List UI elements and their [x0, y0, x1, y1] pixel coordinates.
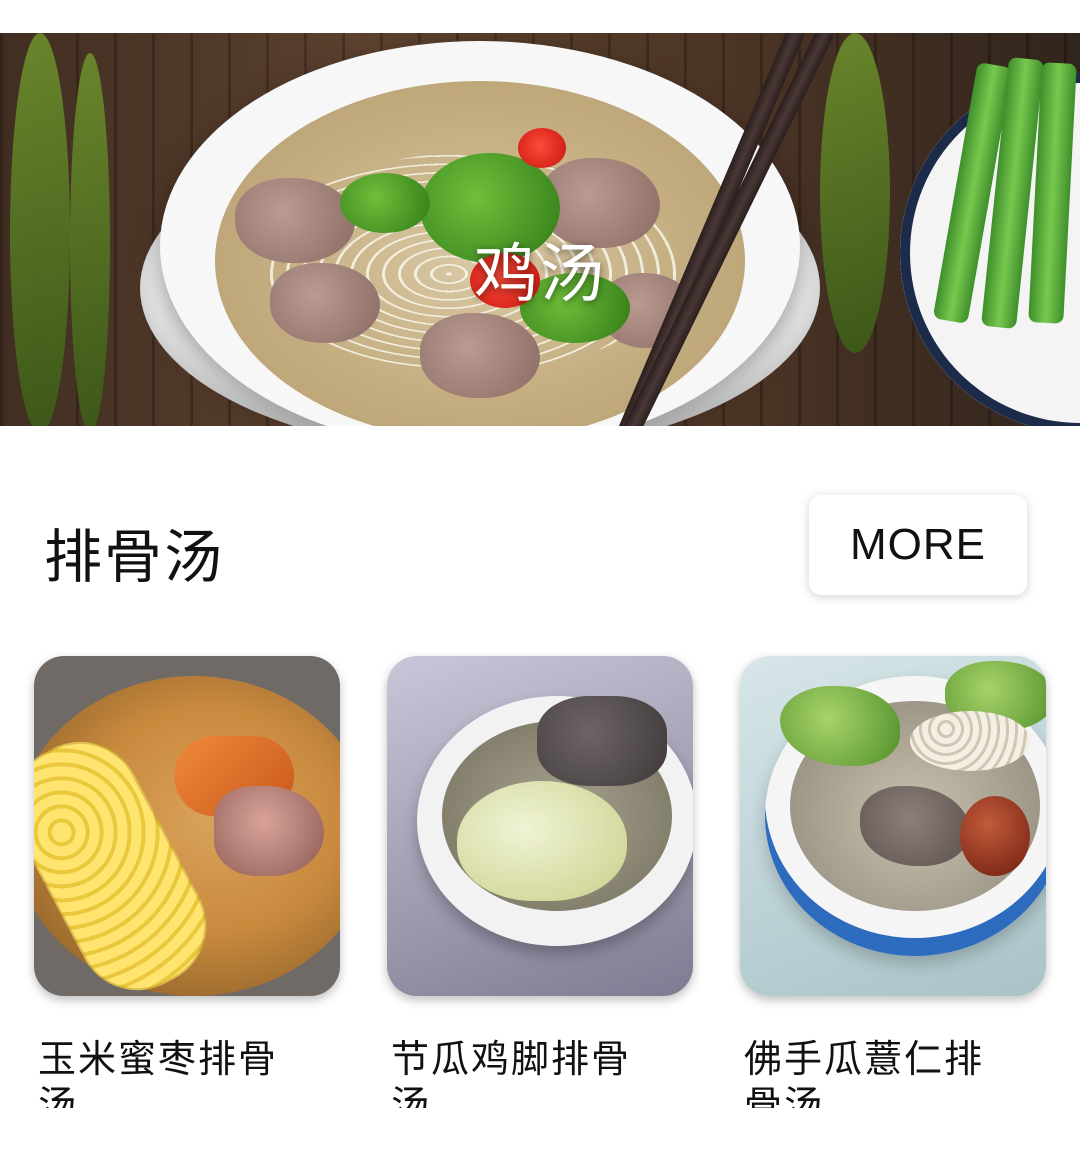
recipe-title[interactable]: 节瓜鸡脚排骨汤	[391, 1036, 651, 1108]
recipe-card[interactable]: 玉米蜜枣排骨汤	[34, 656, 340, 1108]
meat-slice	[420, 313, 540, 398]
gourd	[457, 781, 627, 901]
app-page: 鸡汤 排骨汤 MORE 玉米蜜枣排骨汤 节瓜鸡脚排骨汤 佛手瓜薏仁排骨汤	[0, 0, 1080, 1150]
section-title: 排骨汤	[44, 523, 225, 591]
hero-title: 鸡汤	[474, 238, 606, 312]
chicken-feet	[537, 696, 667, 786]
barley	[910, 711, 1030, 771]
recipe-card[interactable]: 佛手瓜薏仁排骨汤	[740, 656, 1046, 1108]
rib	[214, 786, 324, 876]
recipe-thumbnail[interactable]	[34, 656, 340, 996]
recipe-card[interactable]: 节瓜鸡脚排骨汤	[387, 656, 693, 1108]
recipe-thumbnail[interactable]	[740, 656, 1046, 996]
more-button[interactable]: MORE	[809, 495, 1027, 595]
recipe-title[interactable]: 佛手瓜薏仁排骨汤	[744, 1036, 1004, 1108]
jujube	[960, 796, 1030, 876]
chili-slice	[518, 128, 566, 168]
hero-banner[interactable]: 鸡汤	[0, 33, 1080, 426]
recipe-title[interactable]: 玉米蜜枣排骨汤	[38, 1036, 298, 1108]
recipe-thumbnail[interactable]	[387, 656, 693, 996]
